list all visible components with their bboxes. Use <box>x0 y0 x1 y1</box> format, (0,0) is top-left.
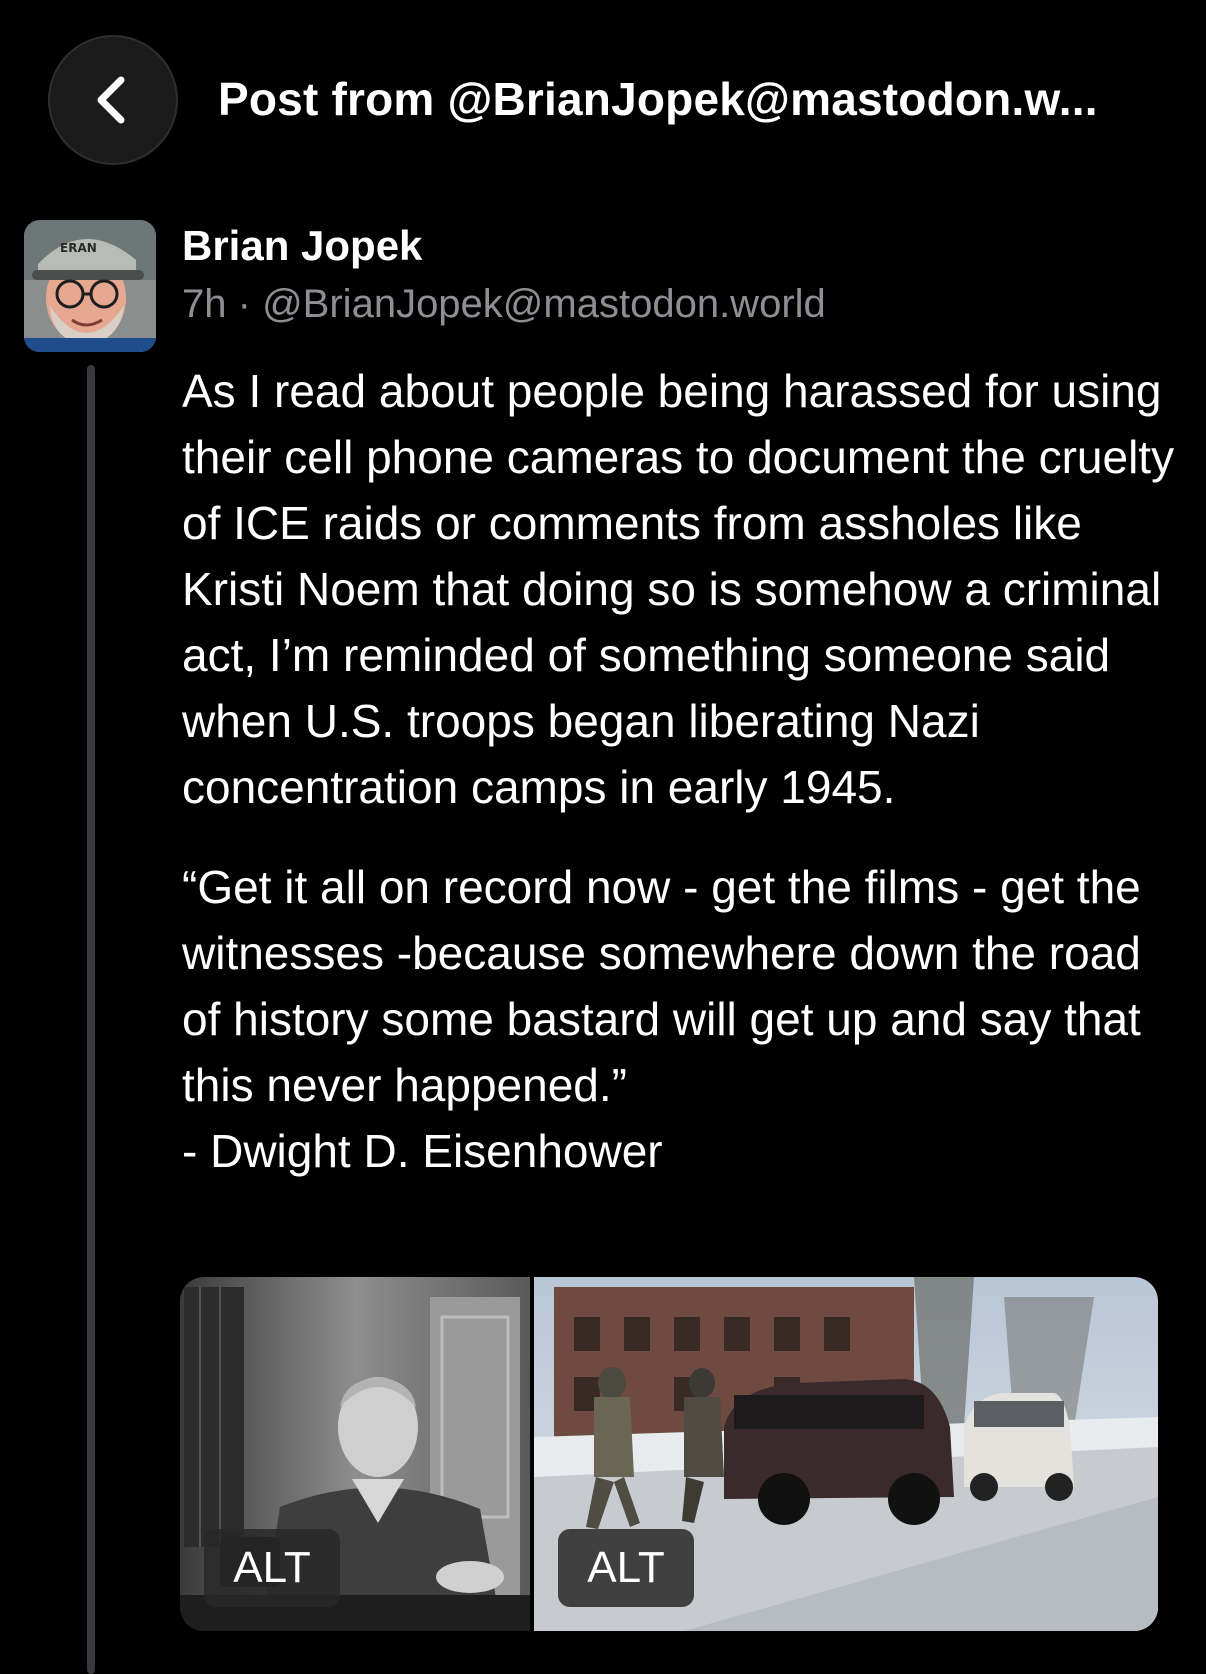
alt-badge[interactable]: ALT <box>558 1529 694 1607</box>
media-image-eisenhower[interactable]: ALT <box>180 1277 530 1631</box>
post-paragraph: “Get it all on record now - get the film… <box>182 861 1141 1177</box>
meta-separator: · <box>237 282 251 326</box>
post-time: 7h <box>182 282 227 326</box>
chevron-left-icon <box>97 76 125 124</box>
avatar-image: ERAN <box>24 220 156 352</box>
post-paragraph: As I read about people being harassed fo… <box>182 365 1175 813</box>
alt-badge[interactable]: ALT <box>204 1529 340 1607</box>
media-image-street-raid[interactable]: ALT <box>534 1277 1158 1631</box>
header: Post from @BrianJopek@mastodon.w... <box>0 0 1206 200</box>
back-button[interactable] <box>48 35 178 165</box>
author-handle[interactable]: @BrianJopek@mastodon.world <box>262 282 826 326</box>
avatar[interactable]: ERAN <box>24 220 156 352</box>
post-meta: 7h · @BrianJopek@mastodon.world <box>182 282 826 327</box>
author-name[interactable]: Brian Jopek <box>182 222 422 270</box>
page-title: Post from @BrianJopek@mastodon.w... <box>218 73 1098 125</box>
thread-line <box>87 365 95 1674</box>
media-grid: ALT ALT <box>180 1277 1158 1631</box>
post-body: As I read about people being harassed fo… <box>182 358 1182 1184</box>
svg-text:ERAN: ERAN <box>60 241 97 255</box>
